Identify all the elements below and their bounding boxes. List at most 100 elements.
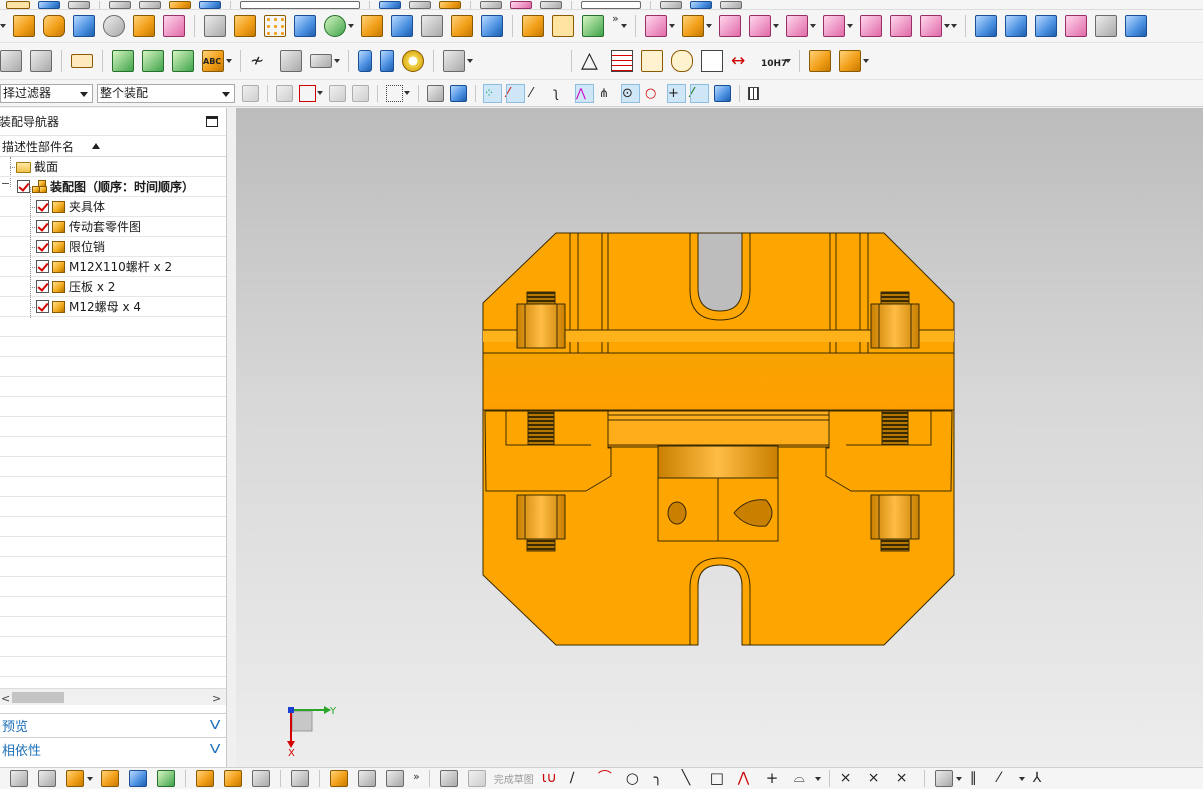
select-body-icon[interactable] (427, 84, 444, 102)
surface-icon[interactable] (974, 15, 997, 37)
note-icon[interactable] (701, 50, 723, 72)
dropdown-caret[interactable] (0, 24, 6, 28)
combine-icon[interactable] (234, 15, 256, 37)
sheet-tool-icon[interactable] (1124, 15, 1147, 37)
tool-icon[interactable] (409, 1, 431, 9)
toolbar-overflow-button[interactable]: » (413, 770, 420, 783)
snap-all-points-icon[interactable]: ⁘ (483, 83, 502, 103)
chamfer-icon[interactable]: ╲ (682, 770, 700, 787)
triangle-annotation-icon[interactable]: △ (581, 50, 603, 72)
offset-curve-icon[interactable]: ⌓ (794, 770, 812, 787)
table-icon[interactable] (38, 770, 56, 787)
text-note-icon[interactable]: ABC (202, 50, 224, 72)
wave-geometry-icon[interactable] (71, 54, 93, 68)
chamfer-icon[interactable] (552, 15, 574, 37)
dropdown-caret[interactable] (348, 24, 354, 28)
column-header[interactable]: 描述性部件名 (0, 136, 226, 157)
finish-sketch-label[interactable]: 完成草图 (494, 771, 534, 786)
dimension-icon[interactable] (934, 770, 953, 787)
cylinder-icon[interactable] (358, 50, 372, 72)
face-blend-icon[interactable] (582, 15, 604, 37)
tree-node-part[interactable]: 压板 x 2 (0, 277, 226, 297)
snap-icon[interactable] (329, 84, 346, 102)
move-icon[interactable] (101, 770, 119, 787)
constrain-face-icon[interactable] (919, 15, 942, 37)
arrangement-icon[interactable] (252, 770, 270, 787)
arc-icon[interactable]: ⌒ (598, 770, 616, 787)
snap-center-icon[interactable] (352, 84, 369, 102)
grid-icon[interactable] (641, 50, 663, 72)
copy-face-icon[interactable] (748, 15, 771, 37)
draft-icon[interactable] (481, 15, 503, 37)
add-component-icon[interactable] (112, 50, 134, 72)
edge-blend-icon[interactable] (522, 15, 544, 37)
studio-surface-icon[interactable] (1034, 15, 1057, 37)
tool-icon[interactable] (690, 1, 712, 9)
select-face-icon[interactable] (450, 84, 467, 102)
dropdown-caret[interactable] (955, 776, 962, 781)
polygon-icon[interactable]: ⋀ (738, 770, 756, 787)
tool-icon[interactable] (540, 1, 562, 9)
snap-quadrant-icon[interactable]: ○ (645, 85, 662, 102)
subassembly-icon[interactable] (224, 770, 242, 787)
snap-control-point-icon[interactable]: ⋀ (575, 83, 594, 103)
delete-face-icon[interactable] (718, 15, 741, 37)
snap-point-on-curve-icon[interactable]: + (667, 83, 686, 103)
dropdown-caret[interactable] (705, 24, 712, 28)
extrude-icon[interactable] (13, 15, 35, 37)
array-icon[interactable] (264, 15, 286, 37)
sheet-stack-icon[interactable] (30, 50, 52, 72)
dropdown-caret[interactable] (772, 24, 779, 28)
tool-icon[interactable] (68, 1, 90, 9)
pocket-icon[interactable] (163, 15, 185, 37)
tool-icon[interactable] (169, 1, 191, 9)
dropdown-caret[interactable] (620, 24, 627, 28)
part-icon[interactable] (6, 1, 30, 9)
move-face-icon[interactable] (644, 15, 667, 37)
dropdown-caret[interactable] (846, 24, 853, 28)
tolerance-icon[interactable]: 10H7 (761, 50, 787, 72)
move-component-icon[interactable] (142, 50, 164, 72)
offset-face-icon[interactable] (361, 15, 383, 37)
dropdown-caret[interactable] (863, 59, 869, 63)
tree-node-section-folder[interactable]: 截面 (0, 157, 226, 177)
add-feature-icon[interactable] (66, 770, 84, 787)
spring-icon[interactable] (380, 50, 394, 72)
dropdown-caret[interactable] (334, 59, 340, 63)
select-feature-icon[interactable] (276, 84, 293, 102)
sort-ascending-icon[interactable] (92, 143, 101, 149)
scroll-left-button[interactable]: < (1, 692, 10, 705)
snap-point-on-face-icon[interactable]: ⁄ (690, 83, 709, 103)
part-navigator-icon[interactable] (10, 770, 28, 787)
tool-icon[interactable] (379, 1, 401, 9)
dropdown-caret[interactable] (1018, 776, 1025, 781)
dropdown-caret[interactable] (814, 776, 821, 781)
table-icon[interactable] (611, 50, 633, 72)
press-plate[interactable] (482, 352, 955, 411)
tool-icon[interactable] (240, 1, 360, 9)
pattern-face-icon[interactable] (859, 15, 882, 37)
sketch-icon[interactable] (439, 770, 458, 787)
dropdown-caret[interactable] (404, 91, 410, 95)
tree-node-part[interactable]: 限位销 (0, 237, 226, 257)
toolbar-overflow-button[interactable]: » (612, 12, 619, 25)
collapse-icon[interactable] (2, 183, 9, 184)
snap-intersection-icon[interactable]: ⋔ (599, 85, 616, 102)
view-icon[interactable] (38, 1, 60, 9)
scrollbar-thumb[interactable] (12, 692, 64, 703)
profile-icon[interactable]: ɩ∪ (542, 770, 560, 787)
tool-icon[interactable] (139, 1, 161, 9)
assembly-constraint-icon[interactable] (172, 50, 194, 72)
layer-stack-icon[interactable] (0, 50, 22, 72)
dropdown-caret[interactable] (809, 24, 816, 28)
tool-icon[interactable] (660, 1, 682, 9)
dependency-panel-header[interactable]: 相依性 V (0, 737, 226, 760)
replace-face-icon[interactable] (681, 15, 704, 37)
make-symmetric-icon[interactable]: ⅄ (1033, 770, 1051, 787)
visibility-checkbox[interactable] (36, 240, 49, 253)
fillet-icon[interactable]: ╮ (654, 770, 672, 787)
boss-icon[interactable] (133, 15, 155, 37)
dropdown-caret[interactable] (668, 24, 675, 28)
datum-feature-icon[interactable] (310, 54, 332, 68)
tool-icon[interactable] (439, 1, 461, 9)
